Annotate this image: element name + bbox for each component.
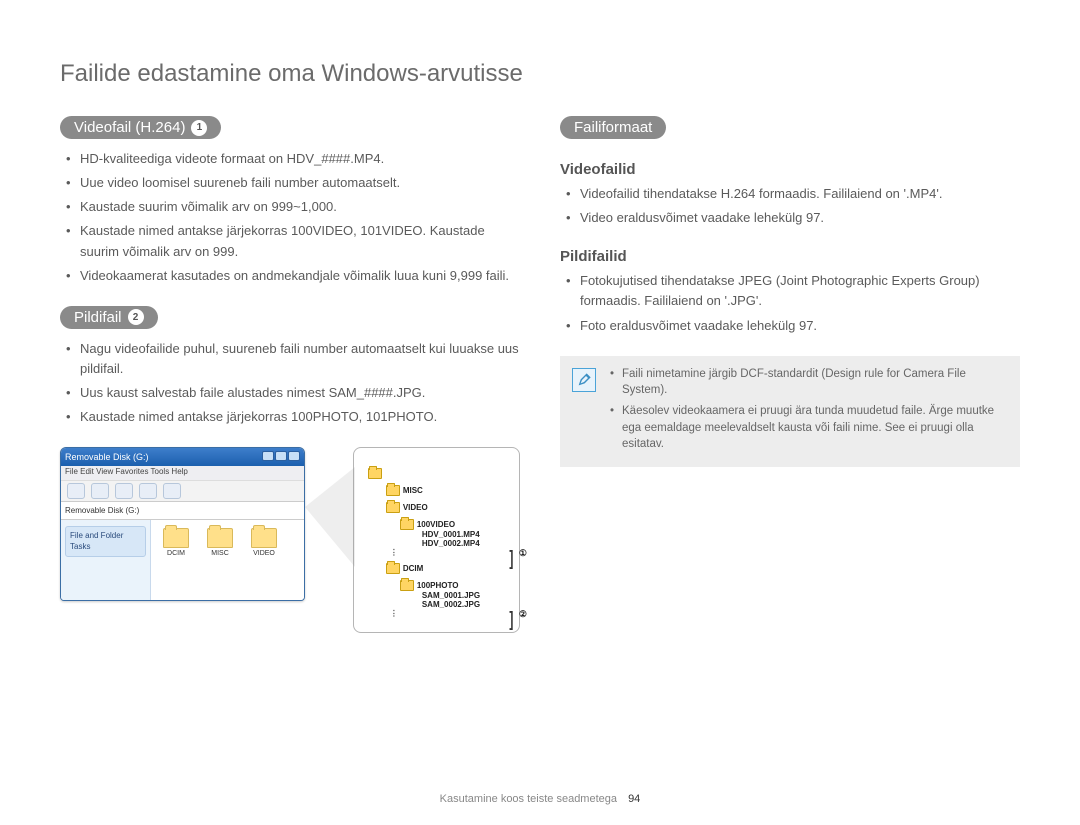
callout-wedge-icon xyxy=(305,467,355,567)
list-item: Kaustade nimed antakse järjekorras 100PH… xyxy=(66,407,520,427)
videofailid-heading: Videofailid xyxy=(560,161,1020,178)
explorer-menubar: File Edit View Favorites Tools Help xyxy=(61,466,304,480)
file-item: HDV_0002.MP4 xyxy=(422,539,501,548)
right-column: Failiformaat Videofailid Videofailid tih… xyxy=(560,116,1020,633)
folder-icon xyxy=(368,468,382,479)
list-item: Uue video loomisel suureneb faili number… xyxy=(66,173,520,193)
page-number: 94 xyxy=(628,793,640,805)
folder-icon xyxy=(251,528,277,548)
folder-item: DCIM xyxy=(159,528,193,592)
folder-item: VIDEO xyxy=(247,528,281,592)
folder-item: MISC xyxy=(203,528,237,592)
fwd-button-icon xyxy=(91,483,109,499)
explorer-sidebar: File and Folder Tasks xyxy=(61,520,151,600)
note-icon xyxy=(572,368,596,392)
callout-2: ② xyxy=(519,609,527,620)
file-item: SAM_0001.JPG xyxy=(422,591,501,600)
explorer-body: File and Folder Tasks DCIM MISC VIDEO xyxy=(61,520,304,600)
search-button-icon xyxy=(139,483,157,499)
videofail-heading-pill: Videofail (H.264) 1 xyxy=(60,116,221,139)
brace-icon: ] xyxy=(510,609,514,632)
ellipsis-icon: ⋮ xyxy=(390,609,501,618)
explorer-toolbar xyxy=(61,480,304,502)
folder-icon xyxy=(400,580,414,591)
folder-icon xyxy=(386,485,400,496)
brace-icon: ] xyxy=(510,548,514,571)
videofail-list: HD-kvaliteediga videote formaat on HDV_#… xyxy=(66,149,520,286)
badge-2-icon: 2 xyxy=(128,309,144,325)
folders-button-icon xyxy=(163,483,181,499)
failiformaat-heading-pill: Failiformaat xyxy=(560,116,666,139)
list-item: Uus kaust salvestab faile alustades nime… xyxy=(66,383,520,403)
pildifail-heading-pill: Pildifail 2 xyxy=(60,306,158,329)
content-columns: Videofail (H.264) 1 HD-kvaliteediga vide… xyxy=(60,116,1020,633)
folder-icon xyxy=(386,502,400,513)
folder-icon xyxy=(400,519,414,530)
folder-icon xyxy=(207,528,233,548)
failiformaat-label: Failiformaat xyxy=(574,119,652,136)
list-item: Video eraldusvõimet vaadake lehekülg 97. xyxy=(566,208,1020,228)
list-item: Kaustade suurim võimalik arv on 999~1,00… xyxy=(66,197,520,217)
note-box: Faili nimetamine järgib DCF-standardit (… xyxy=(560,356,1020,467)
explorer-title: Removable Disk (G:) xyxy=(65,452,149,462)
list-item: Fotokujutised tihendatakse JPEG (Joint P… xyxy=(566,271,1020,311)
page-footer: Kasutamine koos teiste seadmetega 94 xyxy=(0,793,1080,805)
list-item: Videokaamerat kasutades on andmekandjale… xyxy=(66,266,520,286)
list-item: Kaustade nimed antakse järjekorras 100VI… xyxy=(66,221,520,261)
explorer-folder-view: DCIM MISC VIDEO xyxy=(151,520,304,600)
sidebar-task-panel: File and Folder Tasks xyxy=(65,526,146,557)
explorer-window: Removable Disk (G:) File Edit View Favor… xyxy=(60,447,305,601)
explorer-addressbar: Removable Disk (G:) xyxy=(61,502,304,520)
pildifailid-heading: Pildifailid xyxy=(560,248,1020,265)
ellipsis-icon: ⋮ xyxy=(390,548,501,557)
file-item: HDV_0001.MP4 xyxy=(422,530,501,539)
explorer-titlebar: Removable Disk (G:) xyxy=(61,448,304,466)
videofailid-list: Videofailid tihendatakse H.264 formaadis… xyxy=(566,184,1020,228)
page-title: Failide edastamine oma Windows-arvutisse xyxy=(60,60,1020,88)
folder-tree-diagram: MISC VIDEO 100VIDEO HDV_0001.MP4 HDV_000… xyxy=(353,447,520,633)
pildifailid-list: Fotokujutised tihendatakse JPEG (Joint P… xyxy=(566,271,1020,335)
list-item: Videofailid tihendatakse H.264 formaadis… xyxy=(566,184,1020,204)
callout-1: ① xyxy=(519,548,527,559)
left-column: Videofail (H.264) 1 HD-kvaliteediga vide… xyxy=(60,116,520,633)
list-item: Nagu videofailide puhul, suureneb faili … xyxy=(66,339,520,379)
videofail-label: Videofail (H.264) xyxy=(74,119,185,136)
note-item: Faili nimetamine järgib DCF-standardit (… xyxy=(610,366,1006,399)
folder-icon xyxy=(386,563,400,574)
back-button-icon xyxy=(67,483,85,499)
footer-section: Kasutamine koos teiste seadmetega xyxy=(440,793,617,805)
list-item: HD-kvaliteediga videote formaat on HDV_#… xyxy=(66,149,520,169)
window-buttons-icon xyxy=(261,451,300,463)
file-item: SAM_0002.JPG xyxy=(422,600,501,609)
note-item: Käesolev videokaamera ei pruugi ära tund… xyxy=(610,403,1006,453)
pildifail-label: Pildifail xyxy=(74,309,122,326)
list-item: Foto eraldusvõimet vaadake lehekülg 97. xyxy=(566,316,1020,336)
up-button-icon xyxy=(115,483,133,499)
pildifail-list: Nagu videofailide puhul, suureneb faili … xyxy=(66,339,520,428)
illustration-block: Removable Disk (G:) File Edit View Favor… xyxy=(60,447,520,633)
folder-icon xyxy=(163,528,189,548)
badge-1-icon: 1 xyxy=(191,120,207,136)
